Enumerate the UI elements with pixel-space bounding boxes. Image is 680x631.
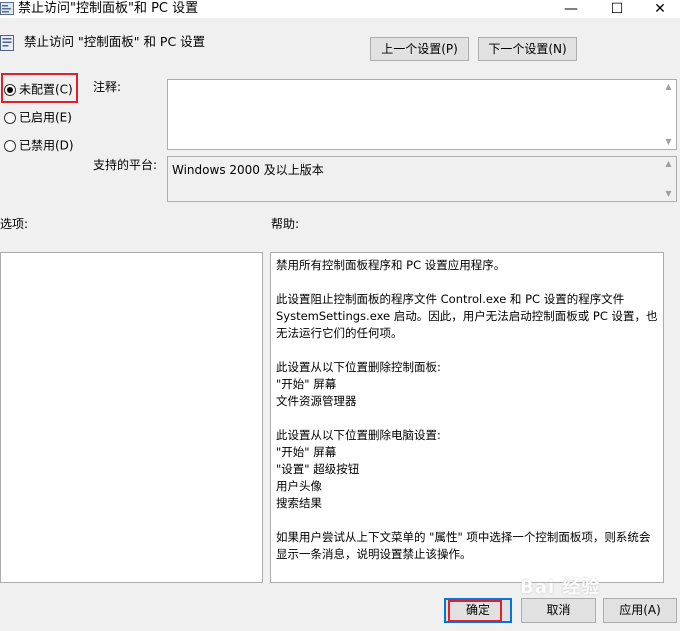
- scroll-up-icon[interactable]: ▲: [661, 80, 676, 94]
- next-setting-button[interactable]: 下一个设置(N): [478, 37, 577, 61]
- radio-selected-indicator[interactable]: [4, 83, 16, 96]
- cancel-button[interactable]: 取消: [521, 598, 596, 623]
- scroll-down-icon[interactable]: ▼: [661, 135, 676, 149]
- comment-textarea[interactable]: ▲ ▼: [167, 79, 677, 150]
- window-title: 禁止访问"控制面板"和 PC 设置: [18, 1, 199, 16]
- radio-indicator[interactable]: [4, 139, 16, 152]
- policy-icon: [0, 2, 14, 15]
- radio-label: 未配置(C): [19, 82, 73, 97]
- scroll-up-icon[interactable]: ▲: [661, 157, 676, 171]
- radio-label: 已启用(E): [19, 110, 72, 125]
- scroll-down-icon[interactable]: ▼: [661, 187, 676, 201]
- radio-not-configured[interactable]: 未配置(C): [4, 80, 73, 98]
- radio-enabled[interactable]: 已启用(E): [4, 108, 72, 126]
- title-bar: 禁止访问"控制面板"和 PC 设置 — ☐ ✕: [0, 0, 680, 18]
- help-text: 禁用所有控制面板程序和 PC 设置应用程序。 此设置阻止控制面板的程序文件 Co…: [276, 258, 658, 561]
- highlight-ok: [448, 600, 502, 622]
- close-button[interactable]: ✕: [640, 0, 680, 18]
- setting-title: 禁止访问 "控制面板" 和 PC 设置: [24, 34, 206, 49]
- setting-icon: [0, 35, 14, 51]
- radio-label: 已禁用(D): [19, 138, 74, 153]
- previous-setting-button[interactable]: 上一个设置(P): [370, 37, 469, 61]
- minimize-button[interactable]: —: [551, 0, 591, 18]
- options-label: 选项:: [0, 217, 29, 231]
- platform-scrollbar[interactable]: ▲ ▼: [661, 157, 676, 201]
- platform-value: Windows 2000 及以上版本: [172, 163, 324, 177]
- radio-indicator[interactable]: [4, 111, 16, 124]
- watermark: Bai 经验: [520, 577, 601, 598]
- radio-disabled[interactable]: 已禁用(D): [4, 136, 74, 154]
- help-label: 帮助:: [271, 217, 300, 231]
- comment-scrollbar[interactable]: ▲ ▼: [661, 80, 676, 149]
- platform-label: 支持的平台:: [93, 158, 158, 172]
- options-panel: [0, 252, 263, 583]
- comment-label: 注释:: [93, 80, 122, 94]
- help-panel: 禁用所有控制面板程序和 PC 设置应用程序。 此设置阻止控制面板的程序文件 Co…: [270, 252, 664, 583]
- maximize-button[interactable]: ☐: [597, 0, 637, 18]
- platform-field: Windows 2000 及以上版本 ▲ ▼: [167, 156, 677, 202]
- apply-button[interactable]: 应用(A): [603, 598, 677, 623]
